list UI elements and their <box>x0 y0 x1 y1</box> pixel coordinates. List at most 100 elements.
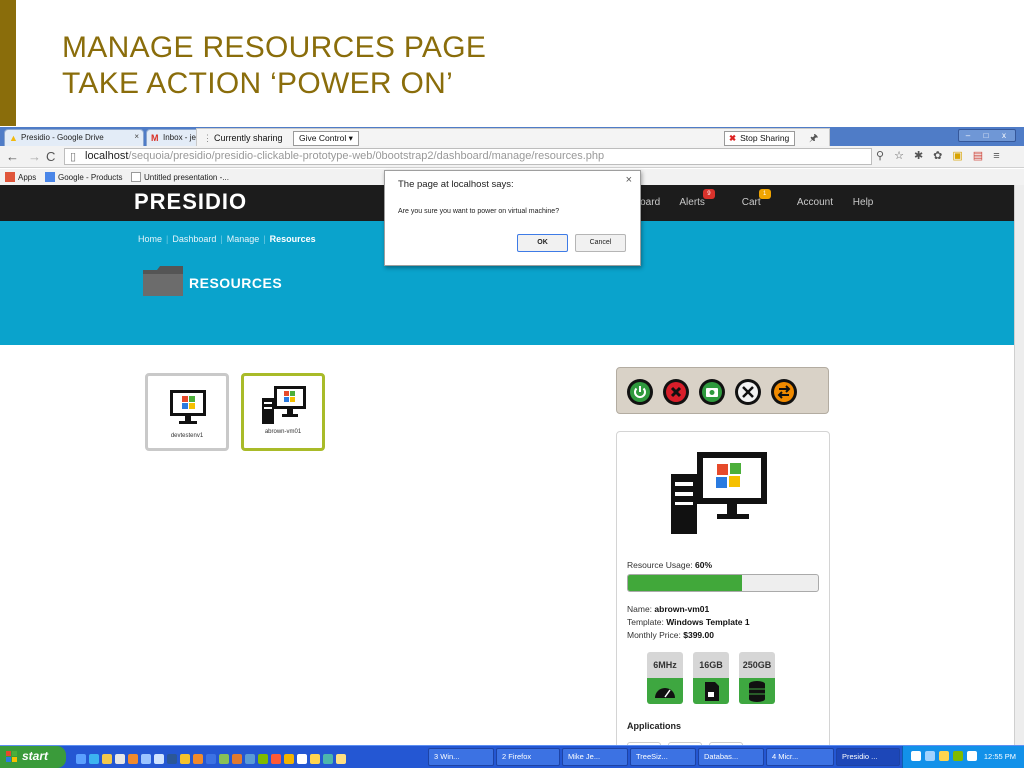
app-icon[interactable] <box>206 754 216 764</box>
taskbar-item[interactable]: 3 Win... <box>428 748 494 766</box>
zoom-icon[interactable]: ⚲ <box>876 150 884 162</box>
app-icon[interactable] <box>154 754 164 764</box>
vm-detail-panel: Resource Usage: 60% Name: abrown-vm01 Te… <box>616 431 830 768</box>
ie-icon[interactable] <box>76 754 86 764</box>
give-control-dropdown[interactable]: Give Control ▾ <box>293 131 359 146</box>
brand-logo[interactable]: PRESIDIO <box>134 189 247 215</box>
address-bar[interactable]: ▯ localhost/sequoia/presidio/presidio-cli… <box>64 148 872 165</box>
tray-icon[interactable] <box>967 751 977 761</box>
settings-button[interactable] <box>735 379 761 405</box>
app-icon[interactable] <box>219 754 229 764</box>
folder-icon[interactable] <box>102 754 112 764</box>
settings-icon[interactable] <box>115 754 125 764</box>
notes-icon[interactable]: ▣ <box>952 150 962 162</box>
tray-icon[interactable] <box>939 751 949 761</box>
snapshot-button[interactable] <box>699 379 725 405</box>
app-icon[interactable] <box>141 754 151 764</box>
app-icon[interactable] <box>310 754 320 764</box>
taskbar-item[interactable]: Mike Je... <box>562 748 628 766</box>
firefox-icon[interactable] <box>128 754 138 764</box>
dialog-close-icon[interactable]: × <box>626 174 632 186</box>
confirm-dialog: The page at localhost says: × Are you su… <box>384 170 641 266</box>
bookmark-untitled-presentation[interactable]: Untitled presentation -... <box>131 172 229 182</box>
vm-card-abrown-vm01[interactable]: abrown-vm01 <box>241 373 325 451</box>
nav-help[interactable]: Help <box>853 197 874 208</box>
app-icon[interactable] <box>258 754 268 764</box>
drag-handle-icon[interactable]: ⋮ <box>203 133 212 144</box>
minimize-button[interactable]: – <box>959 130 977 141</box>
chrome-icon[interactable] <box>180 754 190 764</box>
start-button[interactable]: start <box>0 746 66 768</box>
address-row: ← → C ▯ localhost/sequoia/presidio/presid… <box>0 146 1024 168</box>
migrate-button[interactable] <box>771 379 797 405</box>
tools-icon <box>738 382 758 402</box>
system-tray: 12:55 PM <box>902 746 1024 768</box>
maximize-button[interactable]: □ <box>977 130 995 141</box>
tab-label: Presidio - Google Drive <box>21 133 104 142</box>
app-icon[interactable] <box>297 754 307 764</box>
snapshot-icon <box>702 382 722 402</box>
bookmark-google-products[interactable]: Google - Products <box>45 172 122 182</box>
browser-screenshot: ▲ Presidio - Google Drive × M Inbox - je… <box>0 127 1024 768</box>
delete-button[interactable] <box>663 379 689 405</box>
applications-heading: Applications <box>627 721 682 731</box>
app-icon[interactable] <box>232 754 242 764</box>
app-icon[interactable] <box>167 754 177 764</box>
tab-inbox[interactable]: M Inbox - je <box>146 129 200 146</box>
spec-cpu-label: 6MHz <box>647 652 683 678</box>
app-icon[interactable] <box>193 754 203 764</box>
calendar-icon[interactable]: ▤ <box>973 150 983 162</box>
dialog-message: Are you sure you want to power on virtua… <box>398 208 560 215</box>
stop-sharing-button[interactable]: ✖ Stop Sharing <box>724 131 796 146</box>
star-icon[interactable]: ☆ <box>894 150 904 162</box>
vm-name-value: abrown-vm01 <box>654 604 710 614</box>
tray-icon[interactable] <box>953 751 963 761</box>
taskbar-item-active[interactable]: Presidio ... <box>836 748 900 766</box>
app-icon[interactable] <box>245 754 255 764</box>
taskbar-item[interactable]: TreeSiz... <box>630 748 696 766</box>
breadcrumb-manage[interactable]: Manage <box>227 234 260 244</box>
server-windows-icon <box>262 386 306 424</box>
nav-account[interactable]: Account <box>797 197 833 208</box>
breadcrumb-dashboard[interactable]: Dashboard <box>172 234 216 244</box>
tab-bar: ▲ Presidio - Google Drive × M Inbox - je… <box>0 127 1024 148</box>
app-icon[interactable] <box>271 754 281 764</box>
cancel-button[interactable]: Cancel <box>575 234 626 252</box>
url-path: /sequoia/presidio/presidio-clickable-pro… <box>128 150 605 162</box>
bookmark-apps[interactable]: Apps <box>5 172 36 182</box>
power-on-button[interactable] <box>627 379 653 405</box>
menu-icon[interactable]: ≡ <box>993 150 999 162</box>
forward-icon[interactable]: → <box>28 149 41 164</box>
help-icon[interactable] <box>911 751 921 761</box>
slide: MANAGE RESOURCES PAGE TAKE ACTION ‘POWER… <box>0 0 1024 768</box>
alerts-badge: 9 <box>702 189 715 199</box>
page-scrollbar[interactable] <box>1014 185 1024 745</box>
vm-card-devtestenv1[interactable]: devtestenv1 <box>145 373 229 451</box>
app-icon[interactable] <box>336 754 346 764</box>
breadcrumb-home[interactable]: Home <box>138 234 162 244</box>
app-icon[interactable] <box>323 754 333 764</box>
nav-alerts[interactable]: Alerts 9 <box>679 189 722 208</box>
taskbar-item[interactable]: 4 Micr... <box>766 748 834 766</box>
extension-icon[interactable]: ✱ <box>914 150 923 162</box>
vm-name: devtestenv1 <box>170 433 204 439</box>
page-icon: ▯ <box>70 151 77 163</box>
ok-button[interactable]: OK <box>517 234 568 252</box>
taskbar-item[interactable]: 2 Firefox <box>496 748 560 766</box>
gear-icon[interactable]: ✿ <box>933 150 942 162</box>
tab-close-icon[interactable]: × <box>134 132 139 141</box>
browser-icon[interactable] <box>89 754 99 764</box>
back-icon[interactable]: ← <box>6 149 19 164</box>
network-icon[interactable] <box>925 751 935 761</box>
reload-icon[interactable]: C <box>46 149 55 164</box>
taskbar-item[interactable]: Databas... <box>698 748 764 766</box>
action-toolbar <box>616 367 829 414</box>
breadcrumb-current: Resources <box>269 234 316 244</box>
tab-google-drive[interactable]: ▲ Presidio - Google Drive × <box>4 129 144 146</box>
close-window-button[interactable]: x <box>995 130 1013 141</box>
nav-cart[interactable]: Cart 1 <box>742 189 778 208</box>
screen-sharing-bar: ⋮ Currently sharing Give Control ▾ ✖ Stop… <box>196 128 830 148</box>
vm-template-row: Template: Windows Template 1 <box>627 617 750 627</box>
app-icon[interactable] <box>284 754 294 764</box>
tab-label: Inbox - je <box>163 133 196 142</box>
